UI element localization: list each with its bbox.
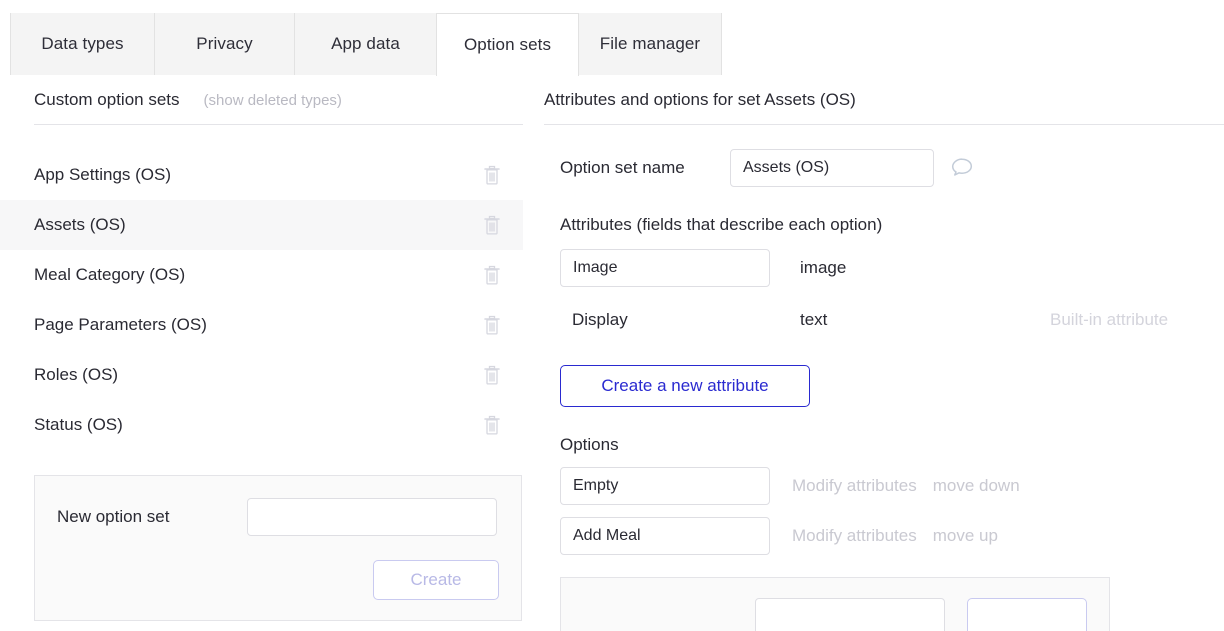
show-deleted-types-link[interactable]: (show deleted types): [204, 77, 342, 125]
right-panel-header: Attributes and options for set Assets (O…: [544, 76, 1224, 124]
option-row: Modify attributes move down: [544, 467, 1224, 505]
option-row: Modify attributes move up: [544, 517, 1224, 555]
add-option-button[interactable]: [967, 598, 1087, 631]
move-option-link[interactable]: move up: [933, 526, 998, 546]
option-set-name-input[interactable]: [730, 149, 934, 187]
option-set-name-row: Option set name: [544, 149, 1224, 187]
speech-bubble-icon[interactable]: [934, 157, 974, 179]
tab-label: File manager: [599, 34, 701, 53]
tab-bar: Data types Privacy App data Option sets …: [0, 0, 1224, 76]
tab-data-types[interactable]: Data types: [10, 13, 155, 75]
list-item[interactable]: App Settings (OS): [0, 150, 523, 200]
right-panel-body: Option set name Attributes (fields that …: [544, 125, 1224, 631]
list-item[interactable]: Meal Category (OS): [0, 250, 523, 300]
custom-option-sets-panel: Custom option sets (show deleted types) …: [0, 76, 523, 631]
option-set-name: Meal Category (OS): [34, 265, 186, 284]
create-new-attribute-button[interactable]: Create a new attribute: [560, 365, 810, 407]
left-panel-header: Custom option sets (show deleted types): [0, 76, 523, 124]
attribute-row: Display text Built-in attribute: [544, 301, 1224, 339]
trash-icon[interactable]: [483, 265, 501, 285]
option-set-name: Assets (OS): [34, 215, 126, 234]
new-option-card: [560, 577, 1110, 631]
attribute-type: text: [800, 310, 828, 329]
attribute-row: image: [544, 249, 1224, 287]
attribute-name: Display: [572, 310, 628, 329]
option-set-name: Page Parameters (OS): [34, 315, 207, 334]
list-item[interactable]: Assets (OS): [0, 200, 523, 250]
new-option-set-card: New option set Create: [34, 475, 522, 621]
list-item[interactable]: Status (OS): [0, 400, 523, 450]
trash-icon[interactable]: [483, 215, 501, 235]
page-title: Custom option sets: [34, 90, 180, 109]
list-item[interactable]: Roles (OS): [0, 350, 523, 400]
attribute-type: image: [800, 258, 847, 277]
option-set-name: App Settings (OS): [34, 165, 172, 184]
options-heading: Options: [560, 435, 619, 454]
new-option-set-row: New option set: [57, 498, 499, 536]
option-name-input[interactable]: [560, 517, 770, 555]
new-option-set-input[interactable]: [247, 498, 497, 536]
move-option-link[interactable]: move down: [933, 476, 1020, 496]
new-option-input[interactable]: [755, 598, 945, 631]
attributes-and-options-panel: Attributes and options for set Assets (O…: [544, 76, 1224, 631]
list-item[interactable]: Page Parameters (OS): [0, 300, 523, 350]
option-set-name: Roles (OS): [34, 365, 119, 384]
trash-icon[interactable]: [483, 315, 501, 335]
attributes-heading: Attributes (fields that describe each op…: [560, 215, 883, 234]
tab-label: Data types: [41, 34, 124, 53]
new-option-set-label: New option set: [57, 507, 170, 526]
modify-attributes-link[interactable]: Modify attributes: [792, 526, 917, 546]
tab-app-data[interactable]: App data: [295, 13, 437, 75]
trash-icon[interactable]: [483, 415, 501, 435]
modify-attributes-link[interactable]: Modify attributes: [792, 476, 917, 496]
attribute-name-input[interactable]: [560, 249, 770, 287]
option-set-list: App Settings (OS) Assets (OS) Meal Categ…: [0, 150, 523, 450]
trash-icon[interactable]: [483, 365, 501, 385]
trash-icon[interactable]: [483, 165, 501, 185]
right-panel-title: Attributes and options for set Assets (O…: [544, 90, 856, 109]
option-set-name-label: Option set name: [560, 158, 685, 177]
new-option-set-actions: Create: [57, 560, 499, 600]
tab-label: App data: [331, 34, 400, 53]
tab-privacy[interactable]: Privacy: [155, 13, 295, 75]
tab-label: Privacy: [196, 34, 253, 53]
create-button[interactable]: Create: [373, 560, 499, 600]
attribute-note: Built-in attribute: [1050, 310, 1169, 329]
tab-label: Option sets: [463, 35, 552, 54]
option-name-input[interactable]: [560, 467, 770, 505]
tab-strip: Data types Privacy App data Option sets …: [10, 13, 722, 76]
option-set-name: Status (OS): [34, 415, 123, 434]
tab-option-sets[interactable]: Option sets: [436, 13, 579, 76]
tab-file-manager[interactable]: File manager: [579, 13, 722, 75]
